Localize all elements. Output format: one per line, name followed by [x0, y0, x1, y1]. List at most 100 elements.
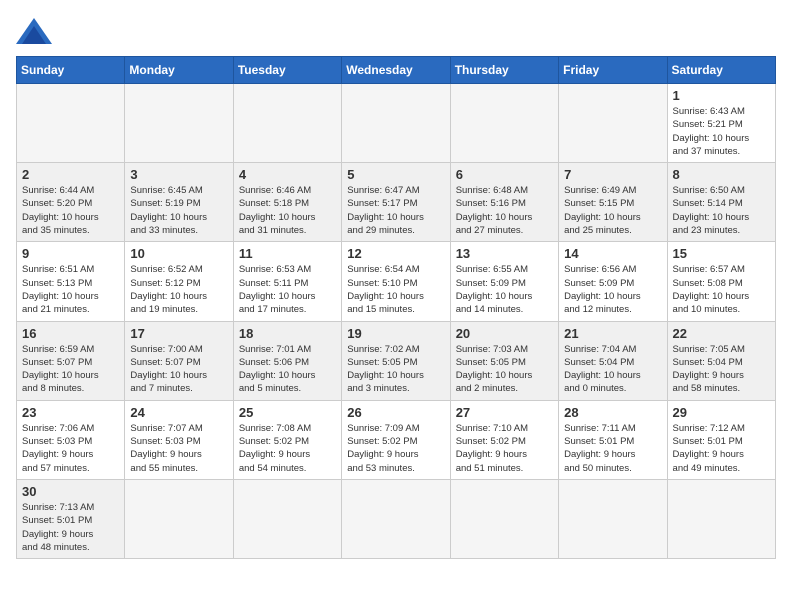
calendar-cell: [342, 479, 450, 558]
calendar-cell: 29Sunrise: 7:12 AM Sunset: 5:01 PM Dayli…: [667, 400, 775, 479]
day-info: Sunrise: 6:44 AM Sunset: 5:20 PM Dayligh…: [22, 184, 119, 237]
day-info: Sunrise: 7:03 AM Sunset: 5:05 PM Dayligh…: [456, 343, 553, 396]
day-number: 23: [22, 405, 119, 420]
calendar-cell: 6 Sunrise: 6:48 AM Sunset: 5:16 PM Daylig…: [450, 163, 558, 242]
calendar-week-row: 9Sunrise: 6:51 AM Sunset: 5:13 PM Daylig…: [17, 242, 776, 321]
calendar-cell: 22 Sunrise: 7:05 AM Sunset: 5:04 PM Dayli…: [667, 321, 775, 400]
day-number: 26: [347, 405, 444, 420]
calendar-cell: 19 Sunrise: 7:02 AM Sunset: 5:05 PM Dayli…: [342, 321, 450, 400]
day-info: Sunrise: 6:55 AM Sunset: 5:09 PM Dayligh…: [456, 263, 553, 316]
calendar-cell: 26Sunrise: 7:09 AM Sunset: 5:02 PM Dayli…: [342, 400, 450, 479]
day-number: 5: [347, 167, 444, 182]
calendar-cell: 17Sunrise: 7:00 AM Sunset: 5:07 PM Dayli…: [125, 321, 233, 400]
day-number: 12: [347, 246, 444, 261]
day-info: Sunrise: 7:01 AM Sunset: 5:06 PM Dayligh…: [239, 343, 336, 396]
calendar: SundayMondayTuesdayWednesdayThursdayFrid…: [16, 56, 776, 559]
calendar-cell: [559, 84, 667, 163]
calendar-cell: 15 Sunrise: 6:57 AM Sunset: 5:08 PM Dayli…: [667, 242, 775, 321]
calendar-cell: 3 Sunrise: 6:45 AM Sunset: 5:19 PM Daylig…: [125, 163, 233, 242]
day-info: Sunrise: 7:07 AM Sunset: 5:03 PM Dayligh…: [130, 422, 227, 475]
day-info: Sunrise: 7:02 AM Sunset: 5:05 PM Dayligh…: [347, 343, 444, 396]
calendar-cell: [559, 479, 667, 558]
calendar-cell: [17, 84, 125, 163]
weekday-header-row: SundayMondayTuesdayWednesdayThursdayFrid…: [17, 57, 776, 84]
calendar-cell: 20Sunrise: 7:03 AM Sunset: 5:05 PM Dayli…: [450, 321, 558, 400]
day-info: Sunrise: 7:04 AM Sunset: 5:04 PM Dayligh…: [564, 343, 661, 396]
day-number: 1: [673, 88, 770, 103]
day-info: Sunrise: 6:56 AM Sunset: 5:09 PM Dayligh…: [564, 263, 661, 316]
day-info: Sunrise: 6:50 AM Sunset: 5:14 PM Dayligh…: [673, 184, 770, 237]
day-info: Sunrise: 6:46 AM Sunset: 5:18 PM Dayligh…: [239, 184, 336, 237]
day-number: 22: [673, 326, 770, 341]
calendar-week-row: 16 Sunrise: 6:59 AM Sunset: 5:07 PM Dayli…: [17, 321, 776, 400]
weekday-header: Thursday: [450, 57, 558, 84]
day-number: 8: [673, 167, 770, 182]
calendar-cell: 5 Sunrise: 6:47 AM Sunset: 5:17 PM Daylig…: [342, 163, 450, 242]
day-number: 13: [456, 246, 553, 261]
day-info: Sunrise: 6:45 AM Sunset: 5:19 PM Dayligh…: [130, 184, 227, 237]
weekday-header: Sunday: [17, 57, 125, 84]
calendar-cell: 14 Sunrise: 6:56 AM Sunset: 5:09 PM Dayli…: [559, 242, 667, 321]
logo: [16, 16, 58, 46]
day-number: 29: [673, 405, 770, 420]
calendar-cell: [233, 479, 341, 558]
calendar-week-row: 30 Sunrise: 7:13 AM Sunset: 5:01 PM Dayli…: [17, 479, 776, 558]
page-header: [16, 16, 776, 46]
day-number: 15: [673, 246, 770, 261]
calendar-cell: [450, 84, 558, 163]
calendar-cell: 4Sunrise: 6:46 AM Sunset: 5:18 PM Daylig…: [233, 163, 341, 242]
calendar-week-row: 1 Sunrise: 6:43 AM Sunset: 5:21 PM Daylig…: [17, 84, 776, 163]
calendar-week-row: 23 Sunrise: 7:06 AM Sunset: 5:03 PM Dayli…: [17, 400, 776, 479]
calendar-cell: 10 Sunrise: 6:52 AM Sunset: 5:12 PM Dayli…: [125, 242, 233, 321]
day-number: 2: [22, 167, 119, 182]
weekday-header: Wednesday: [342, 57, 450, 84]
day-info: Sunrise: 6:49 AM Sunset: 5:15 PM Dayligh…: [564, 184, 661, 237]
day-info: Sunrise: 7:13 AM Sunset: 5:01 PM Dayligh…: [22, 501, 119, 554]
day-info: Sunrise: 6:57 AM Sunset: 5:08 PM Dayligh…: [673, 263, 770, 316]
day-info: Sunrise: 6:51 AM Sunset: 5:13 PM Dayligh…: [22, 263, 119, 316]
calendar-cell: 28 Sunrise: 7:11 AM Sunset: 5:01 PM Dayli…: [559, 400, 667, 479]
day-number: 18: [239, 326, 336, 341]
calendar-cell: 18 Sunrise: 7:01 AM Sunset: 5:06 PM Dayli…: [233, 321, 341, 400]
day-number: 14: [564, 246, 661, 261]
day-number: 6: [456, 167, 553, 182]
day-info: Sunrise: 6:59 AM Sunset: 5:07 PM Dayligh…: [22, 343, 119, 396]
day-info: Sunrise: 7:05 AM Sunset: 5:04 PM Dayligh…: [673, 343, 770, 396]
day-number: 24: [130, 405, 227, 420]
calendar-cell: 11Sunrise: 6:53 AM Sunset: 5:11 PM Dayli…: [233, 242, 341, 321]
calendar-cell: [233, 84, 341, 163]
weekday-header: Monday: [125, 57, 233, 84]
weekday-header: Friday: [559, 57, 667, 84]
calendar-cell: [667, 479, 775, 558]
calendar-cell: [450, 479, 558, 558]
calendar-cell: 30 Sunrise: 7:13 AM Sunset: 5:01 PM Dayli…: [17, 479, 125, 558]
calendar-cell: [125, 84, 233, 163]
logo-icon: [16, 16, 52, 46]
calendar-cell: 23 Sunrise: 7:06 AM Sunset: 5:03 PM Dayli…: [17, 400, 125, 479]
day-info: Sunrise: 7:08 AM Sunset: 5:02 PM Dayligh…: [239, 422, 336, 475]
day-info: Sunrise: 7:06 AM Sunset: 5:03 PM Dayligh…: [22, 422, 119, 475]
day-info: Sunrise: 6:52 AM Sunset: 5:12 PM Dayligh…: [130, 263, 227, 316]
day-number: 10: [130, 246, 227, 261]
day-info: Sunrise: 6:47 AM Sunset: 5:17 PM Dayligh…: [347, 184, 444, 237]
day-info: Sunrise: 6:43 AM Sunset: 5:21 PM Dayligh…: [673, 105, 770, 158]
day-number: 27: [456, 405, 553, 420]
calendar-cell: 9Sunrise: 6:51 AM Sunset: 5:13 PM Daylig…: [17, 242, 125, 321]
day-info: Sunrise: 7:11 AM Sunset: 5:01 PM Dayligh…: [564, 422, 661, 475]
day-number: 16: [22, 326, 119, 341]
day-number: 30: [22, 484, 119, 499]
day-info: Sunrise: 6:48 AM Sunset: 5:16 PM Dayligh…: [456, 184, 553, 237]
day-info: Sunrise: 7:00 AM Sunset: 5:07 PM Dayligh…: [130, 343, 227, 396]
calendar-cell: 24 Sunrise: 7:07 AM Sunset: 5:03 PM Dayli…: [125, 400, 233, 479]
calendar-cell: 8 Sunrise: 6:50 AM Sunset: 5:14 PM Daylig…: [667, 163, 775, 242]
day-number: 3: [130, 167, 227, 182]
day-number: 28: [564, 405, 661, 420]
calendar-cell: 12Sunrise: 6:54 AM Sunset: 5:10 PM Dayli…: [342, 242, 450, 321]
calendar-cell: 21Sunrise: 7:04 AM Sunset: 5:04 PM Dayli…: [559, 321, 667, 400]
calendar-cell: 27Sunrise: 7:10 AM Sunset: 5:02 PM Dayli…: [450, 400, 558, 479]
calendar-cell: [342, 84, 450, 163]
day-number: 7: [564, 167, 661, 182]
day-number: 11: [239, 246, 336, 261]
day-number: 19: [347, 326, 444, 341]
day-number: 25: [239, 405, 336, 420]
